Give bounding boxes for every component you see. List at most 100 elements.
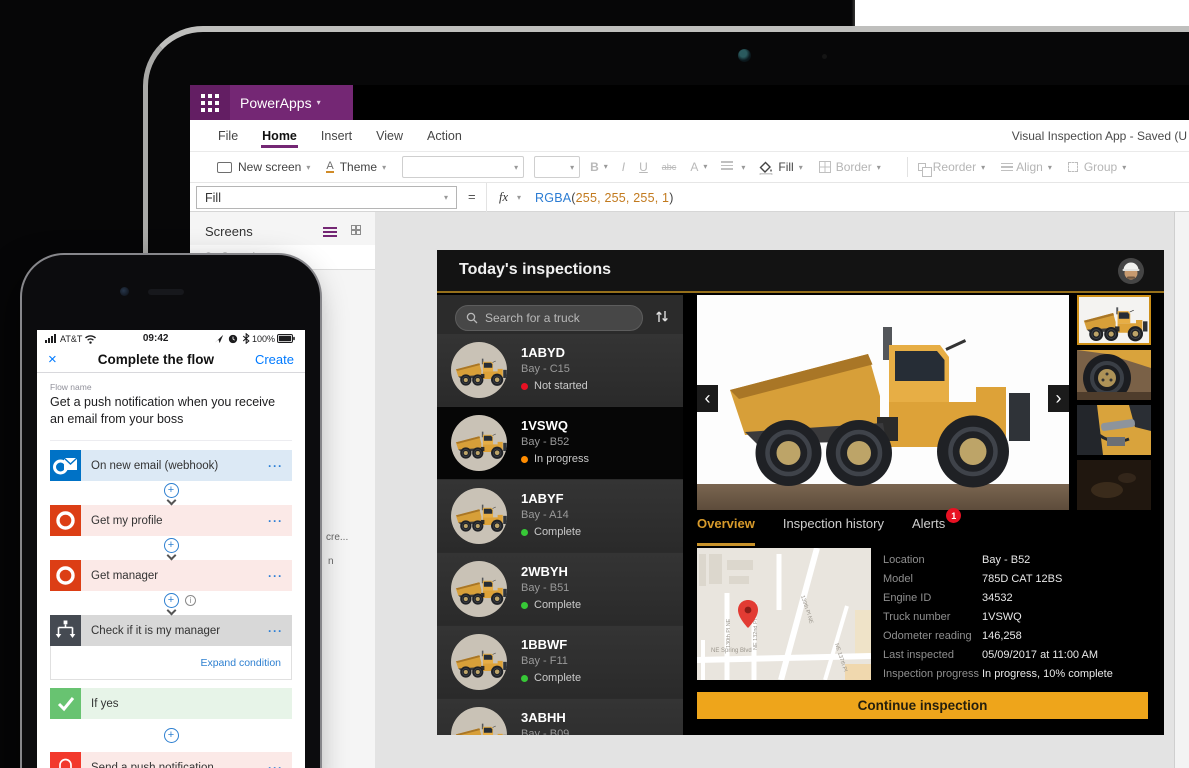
font-dropdown[interactable]: ▾ bbox=[402, 156, 524, 178]
tab-overview[interactable]: Overview bbox=[697, 516, 755, 546]
chevron-down-icon[interactable]: ▾ bbox=[317, 98, 321, 107]
screen-item-fragment[interactable]: cre... bbox=[326, 532, 348, 543]
fill-button[interactable]: Fill▾ bbox=[759, 160, 802, 174]
formula-input[interactable]: fx▾ RGBA(255, 255, 255, 1) bbox=[486, 183, 1189, 212]
truck-photo bbox=[451, 634, 507, 690]
create-button[interactable]: Create bbox=[255, 352, 294, 367]
truck-photo bbox=[451, 342, 507, 398]
menu-insert[interactable]: Insert bbox=[320, 122, 353, 150]
search-icon bbox=[466, 312, 478, 324]
tab-inspection-history[interactable]: Inspection history bbox=[783, 516, 884, 546]
bell-icon bbox=[50, 752, 81, 768]
underline-button[interactable]: U bbox=[639, 160, 648, 174]
thumbnail-underside[interactable] bbox=[1077, 460, 1151, 510]
status-dot bbox=[521, 383, 528, 390]
menu-file[interactable]: File bbox=[217, 122, 239, 150]
menu-view[interactable]: View bbox=[375, 122, 404, 150]
font-color-button[interactable]: A▾ bbox=[690, 160, 707, 174]
grid-view-icon[interactable] bbox=[351, 225, 361, 235]
status-dot bbox=[521, 675, 528, 682]
formula-bar: Fill▾ = fx▾ RGBA(255, 255, 255, 1) bbox=[190, 183, 1189, 212]
brand-name: PowerApps bbox=[240, 95, 312, 111]
sort-icon[interactable] bbox=[655, 309, 669, 329]
truck-row[interactable]: 1BBWF Bay - F11 Complete bbox=[437, 626, 683, 698]
new-screen-button[interactable]: New screen▾ bbox=[217, 160, 310, 174]
fx-icon[interactable]: fx bbox=[499, 190, 508, 205]
document-title: Visual Inspection App - Saved (U bbox=[1012, 129, 1187, 143]
more-options-icon[interactable]: ··· bbox=[268, 624, 292, 638]
bluetooth-icon bbox=[242, 333, 250, 344]
outlook-icon bbox=[50, 450, 81, 481]
screen-item-fragment[interactable]: n bbox=[328, 556, 334, 567]
menu-action[interactable]: Action bbox=[426, 122, 463, 150]
more-options-icon[interactable]: ··· bbox=[268, 459, 292, 473]
svg-text:NE 132nd Pl: NE 132nd Pl bbox=[753, 619, 759, 650]
battery-label: 100% bbox=[252, 334, 275, 344]
truck-search-input[interactable]: Search for a truck bbox=[455, 305, 643, 331]
align-text-button[interactable]: ▾ bbox=[721, 159, 745, 175]
property-dropdown[interactable]: Fill▾ bbox=[196, 186, 457, 209]
ribbon: New screen▾ ATheme▾ ▾ ▾ B▾ I U abc A▾ ▾ … bbox=[190, 152, 1189, 183]
if-yes-body: + bbox=[50, 719, 292, 752]
truck-photo bbox=[451, 415, 507, 471]
truck-row-selected[interactable]: 1VSWQ Bay - B52 In progress bbox=[437, 407, 683, 479]
thumbnail-truck[interactable] bbox=[1077, 295, 1151, 345]
font-size-dropdown[interactable]: ▾ bbox=[534, 156, 580, 178]
flow-step-push-notification[interactable]: Send a push notification ··· bbox=[50, 752, 292, 768]
scene: PowerApps ▾ File Home Insert View Action… bbox=[0, 0, 1189, 768]
italic-button[interactable]: I bbox=[622, 160, 625, 174]
thumbnail-tire[interactable] bbox=[1077, 350, 1151, 400]
powerapps-brand[interactable]: PowerApps ▾ bbox=[190, 85, 353, 120]
flow-step-if-yes[interactable]: If yes bbox=[50, 688, 292, 719]
status-dot bbox=[521, 602, 528, 609]
flow-step-condition[interactable]: Check if it is my manager ··· bbox=[50, 615, 292, 646]
truck-list-panel: Search for a truck 1ABYD Bay - C15 Not s… bbox=[437, 295, 683, 735]
carousel-prev-button[interactable]: ‹ bbox=[697, 385, 718, 412]
info-icon[interactable]: i bbox=[185, 595, 196, 606]
border-icon bbox=[819, 161, 831, 173]
thumbnail-strip bbox=[1077, 295, 1151, 510]
more-options-icon[interactable]: ··· bbox=[268, 761, 292, 768]
group-button[interactable]: Group▾ bbox=[1068, 160, 1126, 174]
webcam-icon bbox=[738, 49, 751, 62]
flow-step-get-manager[interactable]: Get manager ··· bbox=[50, 560, 292, 591]
truck-row[interactable]: 3ABHH Bay - B09 bbox=[437, 699, 683, 735]
right-rail[interactable] bbox=[1174, 212, 1189, 768]
location-icon bbox=[214, 334, 224, 344]
list-view-icon[interactable] bbox=[323, 225, 337, 239]
status-dot bbox=[521, 529, 528, 536]
close-icon[interactable]: × bbox=[48, 351, 57, 368]
truck-row[interactable]: 1ABYF Bay - A14 Complete bbox=[437, 480, 683, 552]
connector: + bbox=[50, 481, 292, 505]
add-step-icon[interactable]: + bbox=[164, 728, 179, 743]
truck-details: LocationBay - B52 Model785D CAT 12BS Eng… bbox=[883, 550, 1153, 683]
more-options-icon[interactable]: ··· bbox=[268, 569, 292, 583]
continue-inspection-button[interactable]: Continue inspection bbox=[697, 692, 1148, 719]
more-options-icon[interactable]: ··· bbox=[268, 514, 292, 528]
location-map[interactable]: NE Spring Blvd 130th Pl NE NE 132nd Pl 1… bbox=[697, 548, 871, 680]
flow-step-on-new-email[interactable]: On new email (webhook) ··· bbox=[50, 450, 292, 481]
reorder-button[interactable]: Reorder▾ bbox=[918, 160, 985, 174]
thumbnail-hydraulics[interactable] bbox=[1077, 405, 1151, 455]
avatar[interactable] bbox=[1118, 258, 1144, 284]
status-dot bbox=[521, 456, 528, 463]
align-button[interactable]: Align▾ bbox=[1001, 160, 1052, 174]
menu-home[interactable]: Home bbox=[261, 122, 298, 150]
condition-body: Expand condition bbox=[50, 646, 292, 680]
tab-alerts[interactable]: Alerts1 bbox=[912, 516, 945, 546]
alerts-badge: 1 bbox=[946, 508, 961, 523]
truck-photo bbox=[451, 561, 507, 617]
expand-condition-link[interactable]: Expand condition bbox=[200, 657, 281, 669]
strikethrough-button[interactable]: abc bbox=[662, 162, 677, 172]
theme-button[interactable]: ATheme▾ bbox=[326, 160, 386, 174]
truck-rows: 1ABYD Bay - C15 Not started 1VSWQ Bay - … bbox=[437, 334, 683, 735]
waffle-icon[interactable] bbox=[190, 85, 230, 120]
carousel-next-button[interactable]: › bbox=[1048, 385, 1069, 412]
flow-step-get-my-profile[interactable]: Get my profile ··· bbox=[50, 505, 292, 536]
truck-row[interactable]: 2WBYH Bay - B51 Complete bbox=[437, 553, 683, 625]
truck-row[interactable]: 1ABYD Bay - C15 Not started bbox=[437, 334, 683, 406]
flow-name-input[interactable]: Get a push notification when you receive… bbox=[50, 394, 282, 428]
border-button[interactable]: Border▾ bbox=[819, 160, 881, 174]
bold-button[interactable]: B▾ bbox=[590, 160, 608, 174]
truck-photo bbox=[451, 488, 507, 544]
